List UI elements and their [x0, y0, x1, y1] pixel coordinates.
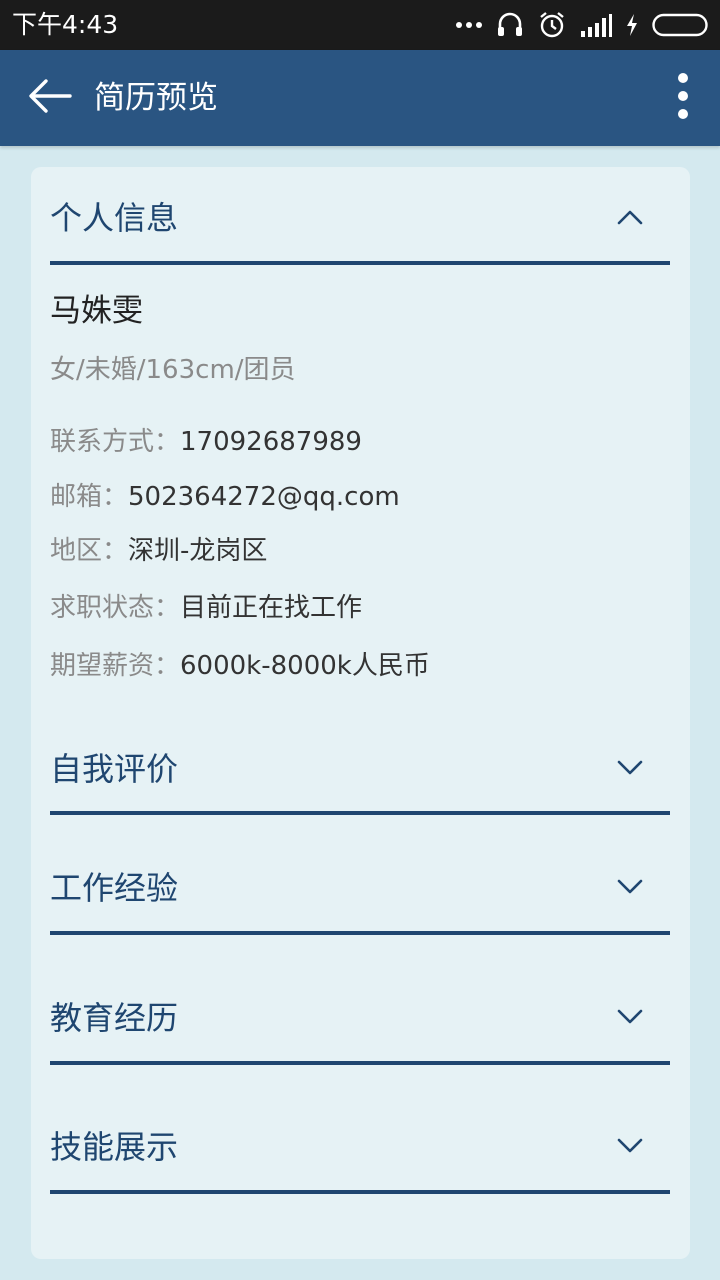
section-divider — [50, 1190, 670, 1194]
candidate-basic-info: 女/未婚/163cm/团员 — [50, 355, 296, 385]
more-dots-icon — [456, 21, 482, 29]
info-label: 地区： — [50, 536, 129, 566]
chevron-down-icon — [612, 750, 648, 786]
info-value: 17092687989 — [180, 427, 362, 457]
info-value: 502364272@qq.com — [128, 482, 400, 512]
info-label: 期望薪资： — [50, 651, 181, 681]
section-title: 个人信息 — [50, 199, 179, 237]
section-divider — [50, 261, 670, 265]
info-row-job-status: 求职状态：目前正在找工作 — [50, 590, 362, 626]
info-row-email: 邮箱：502364272@qq.com — [50, 479, 400, 515]
status-bar: 下午4:43 — [0, 0, 720, 50]
info-value: 目前正在找工作 — [180, 593, 363, 623]
battery-icon — [652, 13, 708, 37]
section-divider — [50, 811, 670, 815]
info-label: 邮箱： — [50, 482, 129, 512]
section-title: 教育经历 — [50, 999, 179, 1037]
arrow-left-icon — [28, 78, 72, 118]
section-header-education[interactable]: 教育经历 — [50, 987, 670, 1047]
more-vertical-icon — [677, 72, 689, 124]
resume-card: 个人信息 马姝雯 女/未婚/163cm/团员 联系方式：17092687989 … — [31, 167, 690, 1259]
section-header-work-experience[interactable]: 工作经验 — [50, 857, 670, 917]
chevron-down-icon — [612, 999, 648, 1035]
section-header-skills[interactable]: 技能展示 — [50, 1116, 670, 1176]
more-menu-button[interactable] — [668, 70, 698, 126]
info-row-expected-salary: 期望薪资：6000k-8000k人民币 — [50, 648, 430, 684]
section-title: 自我评价 — [50, 750, 179, 788]
status-icons — [456, 0, 708, 50]
info-row-region: 地区：深圳-龙岗区 — [50, 533, 267, 569]
section-divider — [50, 1061, 670, 1065]
chevron-down-icon — [612, 869, 648, 905]
status-time: 下午4:43 — [12, 10, 119, 39]
chevron-down-icon — [612, 1128, 648, 1164]
info-label: 联系方式： — [50, 427, 181, 457]
section-title: 工作经验 — [50, 869, 179, 907]
candidate-name: 马姝雯 — [50, 293, 143, 329]
back-button[interactable] — [24, 76, 76, 120]
page-title: 简历预览 — [94, 80, 218, 116]
info-value: 6000k-8000k人民币 — [180, 651, 430, 681]
info-label: 求职状态： — [50, 593, 181, 623]
charging-icon — [626, 14, 638, 36]
info-row-contact: 联系方式：17092687989 — [50, 424, 362, 460]
app-bar: 简历预览 — [0, 50, 720, 146]
section-header-personal-info[interactable]: 个人信息 — [50, 187, 670, 247]
alarm-icon — [538, 11, 566, 39]
info-value: 深圳-龙岗区 — [128, 536, 268, 566]
section-title: 技能展示 — [50, 1128, 179, 1166]
section-divider — [50, 931, 670, 935]
headset-icon — [496, 11, 524, 39]
chevron-up-icon — [612, 199, 648, 235]
signal-icon — [580, 13, 612, 37]
section-header-self-evaluation[interactable]: 自我评价 — [50, 738, 670, 798]
